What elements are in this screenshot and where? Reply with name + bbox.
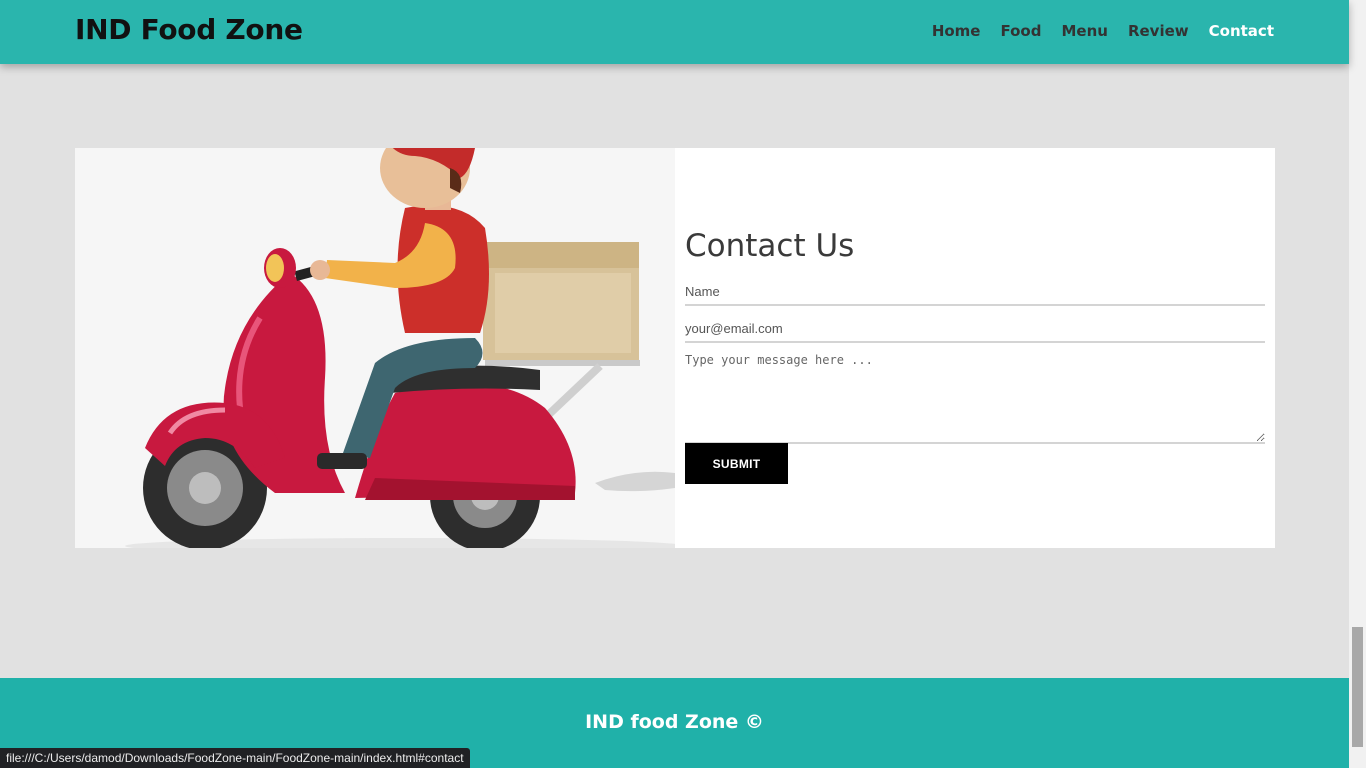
contact-form-panel: Contact Us SUBMIT [675,148,1275,548]
site-header: IND Food Zone Home Food Menu Review Cont… [0,0,1349,64]
scrollbar-thumb[interactable] [1352,627,1363,747]
nav-contact[interactable]: Contact [1209,22,1274,40]
nav-review[interactable]: Review [1128,22,1189,40]
page-scrollbar[interactable] [1349,0,1366,768]
link-status-bar: file:///C:/Users/damod/Downloads/FoodZon… [0,748,470,768]
delivery-scooter-illustration [75,148,675,548]
nav-menu[interactable]: Menu [1061,22,1107,40]
contact-title: Contact Us [685,228,855,264]
brand-logo[interactable]: IND Food Zone [75,13,303,46]
nav-home[interactable]: Home [932,22,981,40]
delivery-scooter-icon [125,148,675,548]
name-input[interactable] [685,283,1265,306]
submit-button[interactable]: SUBMIT [685,443,788,484]
nav-food[interactable]: Food [1000,22,1041,40]
main-nav: Home Food Menu Review Contact [932,22,1274,40]
footer-copyright: IND food Zone © [585,711,764,733]
message-textarea[interactable] [685,353,1265,444]
contact-card: Contact Us SUBMIT [75,148,1275,548]
email-input[interactable] [685,320,1265,343]
